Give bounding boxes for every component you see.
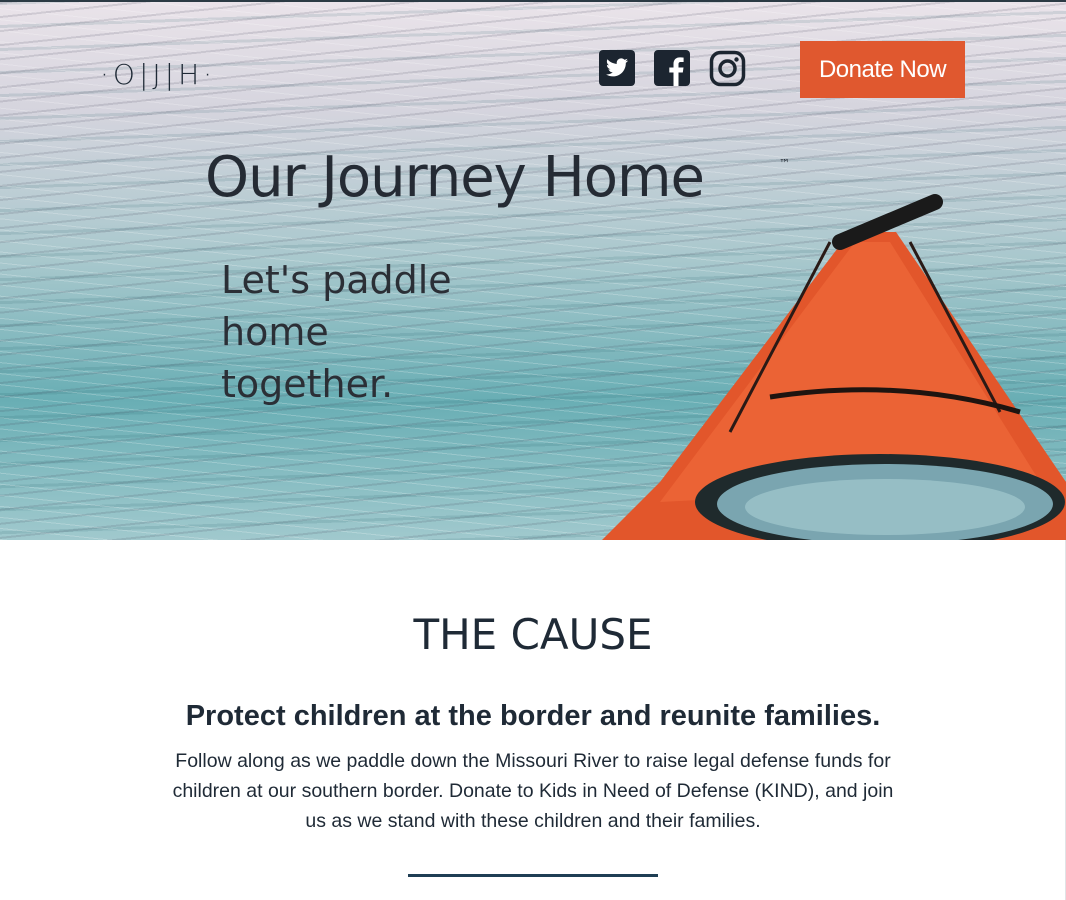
hero-banner: ·O|J|H· Donate Now Our Journey Home ™ Le…	[0, 0, 1066, 540]
instagram-link[interactable]	[709, 50, 746, 87]
facebook-icon	[654, 50, 690, 86]
hero-tagline: Let's paddle home together.	[221, 254, 521, 410]
cause-heading: THE CAUSE	[413, 610, 653, 659]
site-logo[interactable]: ·O|J|H·	[100, 58, 216, 91]
facebook-link[interactable]	[654, 50, 690, 86]
tagline-line: together.	[221, 362, 394, 406]
donate-now-button[interactable]: Donate Now	[800, 41, 965, 98]
section-divider	[408, 874, 658, 877]
hero-title: Our Journey Home	[205, 145, 705, 210]
trademark-symbol: ™	[779, 157, 790, 170]
cause-description: Follow along as we paddle down the Misso…	[172, 750, 894, 832]
twitter-link[interactable]	[599, 50, 635, 86]
kayak-image	[602, 194, 1066, 540]
tagline-line: home	[221, 310, 329, 354]
instagram-icon	[709, 50, 746, 87]
cause-subheading: Protect children at the border and reuni…	[185, 700, 881, 732]
tagline-line: Let's paddle	[221, 258, 452, 302]
twitter-icon	[599, 50, 635, 86]
